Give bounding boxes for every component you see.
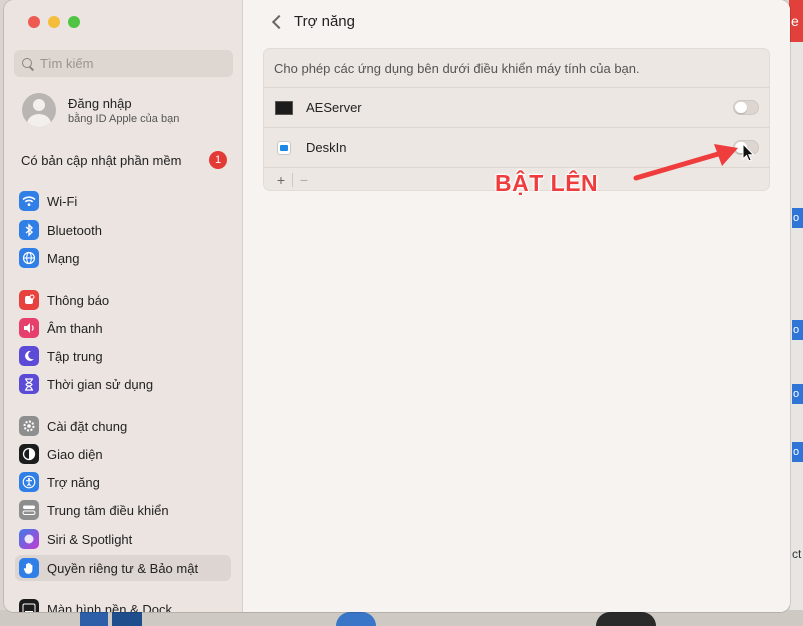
login-title: Đăng nhập [68,95,132,111]
moon-icon [19,346,39,366]
sidebar-item-accessibility[interactable]: Trợ năng [15,469,231,495]
add-app-button[interactable]: + [270,172,292,188]
sidebar-item-sound[interactable]: Âm thanh [15,315,231,341]
settings-window: Đăng nhập bằng ID Apple của bạn Có bản c… [4,0,790,612]
zoom-button[interactable] [68,16,80,28]
sidebar-item-label: Thời gian sử dụng [47,376,154,392]
background-window-edge: o [792,320,803,340]
sidebar-item-label: Trợ năng [47,474,100,490]
sidebar-item-label: Quyền riêng tư & Bảo mật [47,560,199,576]
dock-app-icon[interactable] [112,612,142,626]
sidebar-item-privacy-security[interactable]: Quyền riêng tư & Bảo mật [15,555,231,581]
window-controls [28,16,80,28]
hourglass-icon [19,374,39,394]
software-update-label: Có bản cập nhật phần mềm [21,152,182,168]
sidebar-item-label: Mạng [47,250,80,266]
sidebar-item-label: Tập trung [47,348,103,364]
annotation-arrow-icon [633,144,738,181]
desktop-background [790,0,803,626]
sidebar-item-notifications[interactable]: Thông báo [15,287,231,313]
sidebar-item-label: Siri & Spotlight [47,531,133,547]
sidebar-item-label: Bluetooth [47,222,102,238]
apple-id-login[interactable]: Đăng nhập bằng ID Apple của bạn [22,93,179,127]
minimize-button[interactable] [48,16,60,28]
remove-app-button[interactable]: − [293,172,315,188]
close-button[interactable] [28,16,40,28]
sidebar-item-focus[interactable]: Tập trung [15,343,231,369]
background-window-edge: o [792,208,803,228]
gear-icon [19,416,39,436]
software-update-item[interactable]: Có bản cập nhật phần mềm 1 [21,151,227,169]
dock-app-icon[interactable] [80,612,108,626]
sidebar-item-label: Thông báo [47,292,110,308]
page-title: Trợ năng [294,13,355,30]
avatar [22,93,56,127]
bluetooth-icon [19,220,39,240]
sidebar-item-label: Giao diện [47,446,103,462]
update-count-badge: 1 [209,151,227,169]
main-content: Trợ năng Cho phép các ứng dụng bên dưới … [244,0,790,612]
globe-icon [19,248,39,268]
permission-description: Cho phép các ứng dụng bên dưới điều khiể… [274,61,640,76]
sidebar-item-bluetooth[interactable]: Bluetooth [15,217,231,243]
speaker-icon [19,318,39,338]
accessibility-icon [19,472,39,492]
sidebar-item-label: Trung tâm điều khiển [47,502,169,518]
bell-icon [19,290,39,310]
search-input[interactable] [40,56,220,71]
sidebar-item-label: Wi-Fi [47,193,78,209]
siri-icon [19,529,39,549]
wifi-icon [19,191,39,211]
back-chevron-icon[interactable] [270,15,284,29]
sidebar-item-siri-spotlight[interactable]: Siri & Spotlight [15,526,231,552]
sidebar-item-label: Cài đặt chung [47,418,128,434]
aeserver-toggle[interactable] [733,100,759,115]
search-icon [22,57,34,70]
sidebar-item-network[interactable]: Mạng [15,245,231,271]
login-subtitle: bằng ID Apple của bạn [68,112,180,125]
app-name: AEServer [306,100,362,115]
sidebar-item-label: Âm thanh [47,320,103,336]
sidebar: Đăng nhập bằng ID Apple của bạn Có bản c… [4,0,243,612]
sidebar-item-general[interactable]: Cài đặt chung [15,413,231,439]
deskin-app-icon [277,140,291,155]
control-center-icon [19,500,39,520]
sidebar-item-label: Màn hình nền & Dock [47,601,173,613]
background-window-edge: ct [792,547,802,561]
mouse-cursor-icon [742,143,755,162]
terminal-app-icon [275,100,293,115]
sidebar-item-wifi[interactable]: Wi-Fi [15,188,231,214]
app-name: DeskIn [306,140,347,155]
sidebar-item-appearance[interactable]: Giao diện [15,441,231,467]
hand-icon [19,558,39,578]
sidebar-item-screen-time[interactable]: Thời gian sử dụng [15,371,231,397]
sidebar-item-control-center[interactable]: Trung tâm điều khiển [15,497,231,523]
annotation-label: BẬT LÊN [495,170,599,196]
background-window-edge: o [792,442,803,462]
sidebar-item-desktop-dock[interactable]: Màn hình nền & Dock [15,596,231,612]
background-window-edge: o [792,384,803,404]
list-item: AEServer [264,87,769,127]
dock-icon [19,599,39,612]
dock-app-icon[interactable] [596,612,656,626]
dock-app-icon[interactable] [336,612,376,626]
appearance-icon [19,444,39,464]
search-field[interactable] [14,50,233,77]
background-window-edge: e [789,0,803,42]
